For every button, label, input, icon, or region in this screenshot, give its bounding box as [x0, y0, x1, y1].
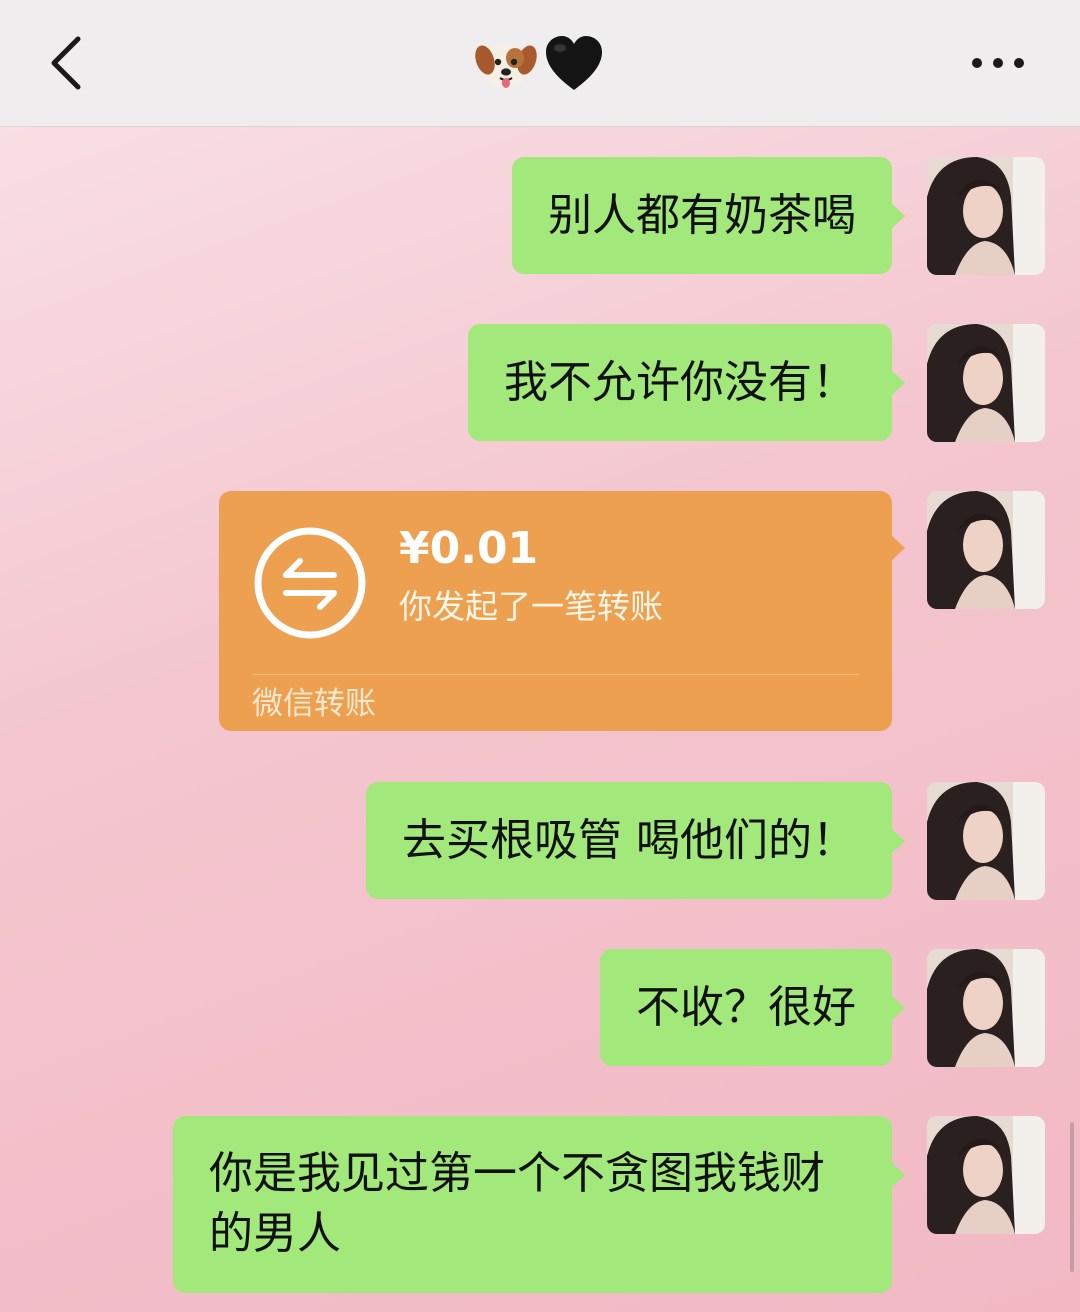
- message-text: 别人都有奶茶喝: [548, 189, 856, 241]
- more-button[interactable]: [968, 42, 1028, 84]
- message-text: 我不允许你没有！: [504, 356, 856, 408]
- message-row: 去买根吸管 喝他们的！: [366, 782, 905, 899]
- message-row: 别人都有奶茶喝: [512, 157, 905, 274]
- chat-title: [0, 30, 1080, 98]
- text-bubble[interactable]: 你是我见过第一个不贪图我钱财的男人: [173, 1116, 905, 1293]
- message-text: 你是我见过第一个不贪图我钱财的男人: [209, 1148, 825, 1259]
- avatar[interactable]: [927, 1116, 1045, 1234]
- text-bubble[interactable]: 我不允许你没有！: [468, 324, 905, 441]
- text-bubble[interactable]: 不收？很好: [600, 949, 905, 1066]
- message-text: 去买根吸管 喝他们的！: [402, 814, 856, 866]
- avatar-photo: [927, 782, 1045, 900]
- transfer-amount: ¥0.01: [399, 523, 539, 574]
- avatar-photo: [927, 491, 1045, 609]
- chat-header: [0, 0, 1080, 127]
- avatar-photo: [927, 949, 1045, 1067]
- ellipsis-icon: [972, 58, 1024, 68]
- text-bubble[interactable]: 别人都有奶茶喝: [512, 157, 905, 274]
- transfer-footer: 微信转账: [252, 686, 376, 722]
- transfer-card[interactable]: ¥0.01 你发起了一笔转账 微信转账: [219, 491, 905, 731]
- avatar-photo: [927, 324, 1045, 442]
- message-row: 你是我见过第一个不贪图我钱财的男人: [173, 1116, 905, 1293]
- black-heart-icon: [546, 36, 602, 90]
- transfer-icon: [254, 527, 366, 639]
- avatar[interactable]: [927, 491, 1045, 609]
- dog-face-icon: [475, 44, 537, 88]
- avatar-photo: [927, 1116, 1045, 1234]
- scrollbar[interactable]: [1070, 1122, 1074, 1272]
- avatar[interactable]: [927, 324, 1045, 442]
- avatar[interactable]: [927, 949, 1045, 1067]
- message-row: 不收？很好: [600, 949, 905, 1066]
- avatar[interactable]: [927, 157, 1045, 275]
- text-bubble[interactable]: 去买根吸管 喝他们的！: [366, 782, 905, 899]
- divider: [252, 674, 859, 675]
- transfer-description: 你发起了一笔转账: [399, 587, 663, 626]
- avatar-photo: [927, 157, 1045, 275]
- message-text: 不收？很好: [636, 981, 856, 1033]
- message-row: 我不允许你没有！: [468, 324, 905, 441]
- avatar[interactable]: [927, 782, 1045, 900]
